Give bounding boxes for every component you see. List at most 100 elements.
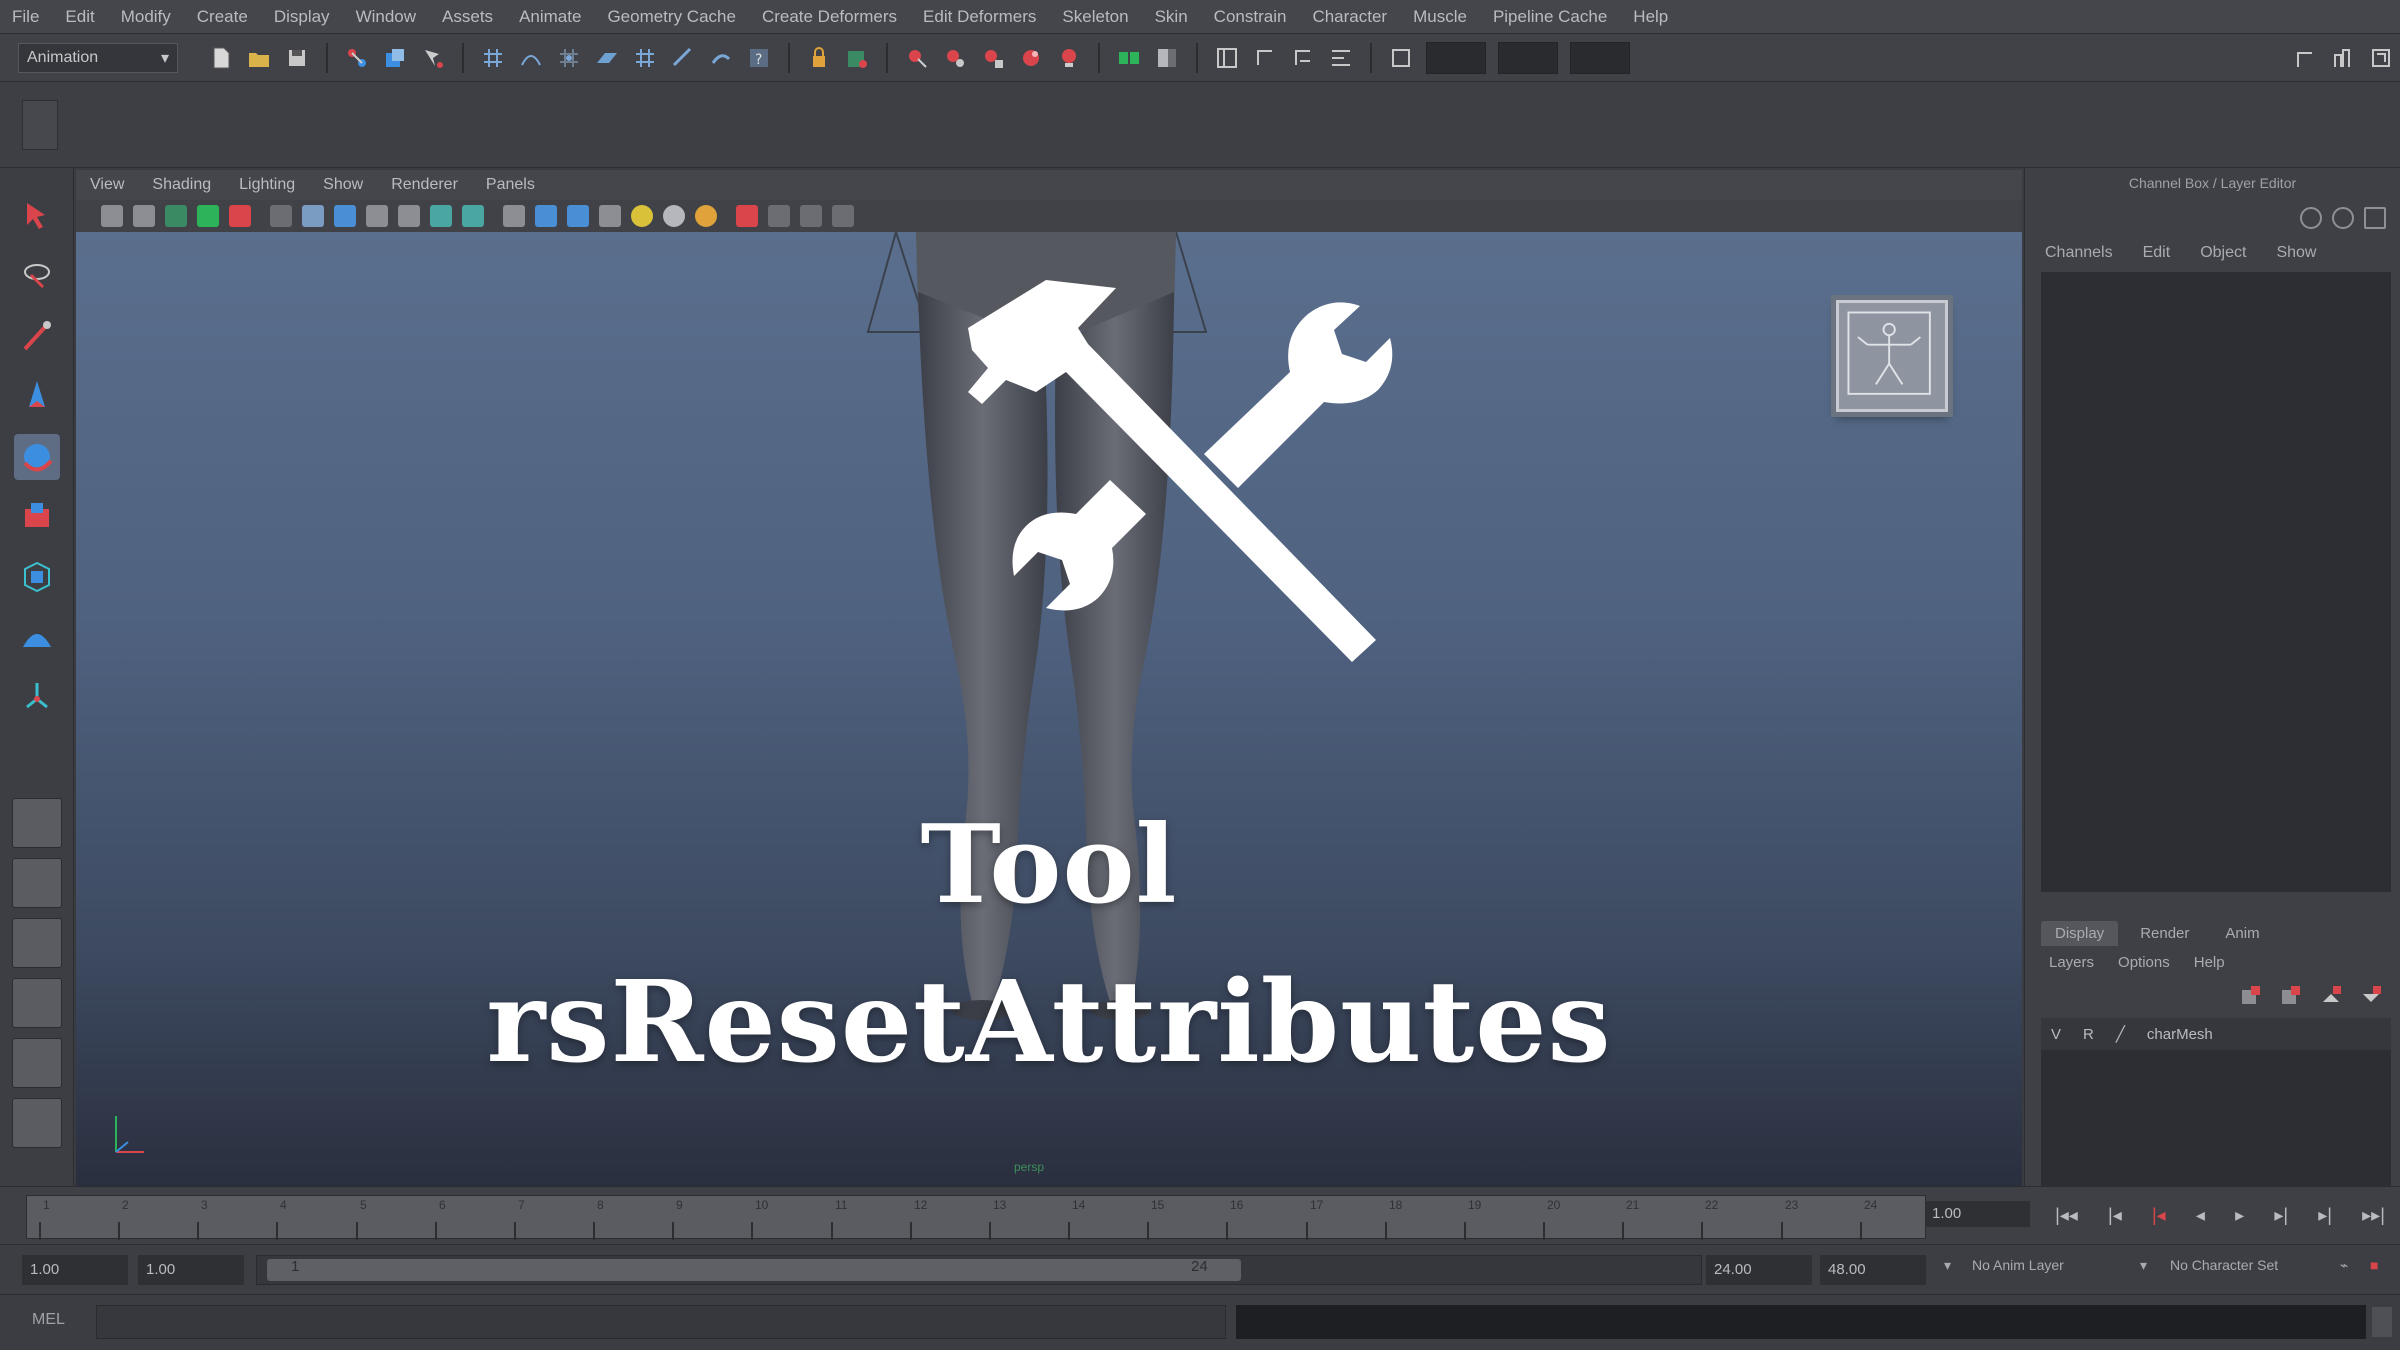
scale-tool[interactable] xyxy=(14,494,60,540)
layer-menu-options[interactable]: Options xyxy=(2118,954,2170,971)
channel-box-mode-icon[interactable] xyxy=(2300,207,2322,229)
new-empty-layer-icon[interactable] xyxy=(2239,984,2263,1008)
show-modeling-toolkit-button[interactable] xyxy=(2290,43,2320,73)
outliner-persp-layout-button[interactable] xyxy=(12,1098,62,1148)
use-default-lights-button[interactable] xyxy=(631,205,653,227)
hud-toggle-button[interactable] xyxy=(832,205,854,227)
step-forward-key-button[interactable]: ▸| xyxy=(2274,1205,2288,1226)
persp-outliner-layout-button[interactable] xyxy=(12,918,62,968)
help-line-button[interactable]: ? xyxy=(744,43,774,73)
tab-anim[interactable]: Anim xyxy=(2211,921,2273,946)
new-scene-button[interactable] xyxy=(206,43,236,73)
menu-create-deformers[interactable]: Create Deformers xyxy=(762,7,897,27)
universal-manipulator-tool[interactable] xyxy=(14,554,60,600)
xray-joints-button[interactable] xyxy=(800,205,822,227)
grid-toggle-button[interactable] xyxy=(270,205,292,227)
playback-start-field[interactable]: 1.00 xyxy=(138,1255,244,1285)
panel-menu-lighting[interactable]: Lighting xyxy=(239,176,295,194)
four-view-layout-button[interactable] xyxy=(12,858,62,908)
menu-muscle[interactable]: Muscle xyxy=(1413,7,1467,27)
command-input[interactable] xyxy=(96,1305,1226,1339)
attribute-editor-toggle[interactable] xyxy=(1152,43,1182,73)
single-perspective-layout-button[interactable] xyxy=(12,798,62,848)
layer-menu-help[interactable]: Help xyxy=(2194,954,2225,971)
snap-point-button[interactable] xyxy=(554,43,584,73)
hypershade-button[interactable] xyxy=(1016,43,1046,73)
transform-x-field[interactable] xyxy=(1426,41,1486,74)
range-slider-handle[interactable] xyxy=(267,1259,1241,1281)
use-all-lights-button[interactable] xyxy=(663,205,685,227)
safe-title-button[interactable] xyxy=(462,205,484,227)
auto-key-icon[interactable]: ■ xyxy=(2370,1257,2378,1273)
channel-box-menu-object[interactable]: Object xyxy=(2200,244,2246,262)
script-editor-button[interactable] xyxy=(2372,1307,2392,1337)
move-tool[interactable] xyxy=(14,374,60,420)
tab-display[interactable]: Display xyxy=(2041,921,2119,946)
step-forward-frame-button[interactable]: ▸| xyxy=(2318,1205,2332,1226)
render-current-frame-button[interactable] xyxy=(902,43,932,73)
save-scene-button[interactable] xyxy=(282,43,312,73)
soft-modification-tool[interactable] xyxy=(14,614,60,660)
paint-select-tool[interactable] xyxy=(14,314,60,360)
step-back-frame-button[interactable]: |◂ xyxy=(2108,1205,2122,1226)
persp-hypergraph-layout-button[interactable] xyxy=(12,1038,62,1088)
menu-help[interactable]: Help xyxy=(1633,7,1668,27)
new-layer-selected-icon[interactable] xyxy=(2279,984,2303,1008)
channel-box-menu-channels[interactable]: Channels xyxy=(2045,244,2113,262)
channel-list[interactable] xyxy=(2041,272,2391,892)
layer-reference-toggle[interactable]: R xyxy=(2083,1026,2094,1043)
menu-file[interactable]: File xyxy=(12,7,39,27)
anim-layer-selector[interactable]: No Anim Layer xyxy=(1972,1257,2064,1273)
bookmarks-button[interactable] xyxy=(165,205,187,227)
rotate-tool[interactable] xyxy=(14,434,60,480)
move-layer-up-icon[interactable] xyxy=(2319,984,2343,1008)
panel-menu-show[interactable]: Show xyxy=(323,176,363,194)
menu-animate[interactable]: Animate xyxy=(519,7,581,27)
layer-visibility-toggle[interactable]: V xyxy=(2051,1026,2061,1043)
image-plane-button[interactable] xyxy=(197,205,219,227)
relative-transform-button[interactable] xyxy=(1288,43,1318,73)
channel-box-sync-icon[interactable] xyxy=(2332,207,2354,229)
show-manipulator-tool[interactable] xyxy=(14,674,60,720)
camera-attributes-button[interactable] xyxy=(133,205,155,227)
menu-set-selector[interactable]: Animation ▾ xyxy=(18,42,178,73)
lasso-tool[interactable] xyxy=(14,254,60,300)
resolution-gate-button[interactable] xyxy=(334,205,356,227)
snap-surface-button[interactable] xyxy=(630,43,660,73)
xray-button[interactable] xyxy=(768,205,790,227)
tab-render[interactable]: Render xyxy=(2126,921,2203,946)
absolute-transform-button[interactable] xyxy=(1250,43,1280,73)
gate-mask-button[interactable] xyxy=(366,205,388,227)
perspective-viewport[interactable]: Tool rsResetAttributes persp xyxy=(76,232,2022,1186)
open-scene-button[interactable] xyxy=(244,43,274,73)
show-tool-settings-button[interactable] xyxy=(2366,43,2396,73)
menu-window[interactable]: Window xyxy=(356,7,416,27)
step-back-key-button[interactable]: |◂ xyxy=(2152,1205,2166,1226)
history-button[interactable] xyxy=(706,43,736,73)
animation-end-field[interactable]: 48.00 xyxy=(1820,1255,1926,1285)
smooth-shade-button[interactable] xyxy=(535,205,557,227)
move-layer-down-icon[interactable] xyxy=(2359,984,2383,1008)
numeric-input-button[interactable] xyxy=(1386,43,1416,73)
menu-assets[interactable]: Assets xyxy=(442,7,493,27)
go-to-end-button[interactable]: ▸▸| xyxy=(2362,1205,2385,1226)
select-hierarchy-button[interactable] xyxy=(342,43,372,73)
isolate-select-button[interactable] xyxy=(736,205,758,227)
channel-box-toggle[interactable] xyxy=(1212,43,1242,73)
animation-start-field[interactable]: 1.00 xyxy=(22,1255,128,1285)
select-component-button[interactable] xyxy=(418,43,448,73)
menu-display[interactable]: Display xyxy=(274,7,330,27)
menu-skin[interactable]: Skin xyxy=(1155,7,1188,27)
snap-grid-button[interactable] xyxy=(478,43,508,73)
go-to-start-button[interactable]: |◂◂ xyxy=(2055,1205,2078,1226)
wireframe-on-shaded-button[interactable] xyxy=(567,205,589,227)
play-backwards-button[interactable]: ◂ xyxy=(2196,1205,2205,1226)
panel-menu-shading[interactable]: Shading xyxy=(152,176,211,194)
construction-history-button[interactable] xyxy=(842,43,872,73)
panel-menu-renderer[interactable]: Renderer xyxy=(391,176,458,194)
wireframe-button[interactable] xyxy=(503,205,525,227)
channel-box-menu-show[interactable]: Show xyxy=(2276,244,2316,262)
channel-box-menu-edit[interactable]: Edit xyxy=(2143,244,2171,262)
key-icon[interactable]: ⌁ xyxy=(2340,1257,2348,1274)
menu-constrain[interactable]: Constrain xyxy=(1214,7,1287,27)
